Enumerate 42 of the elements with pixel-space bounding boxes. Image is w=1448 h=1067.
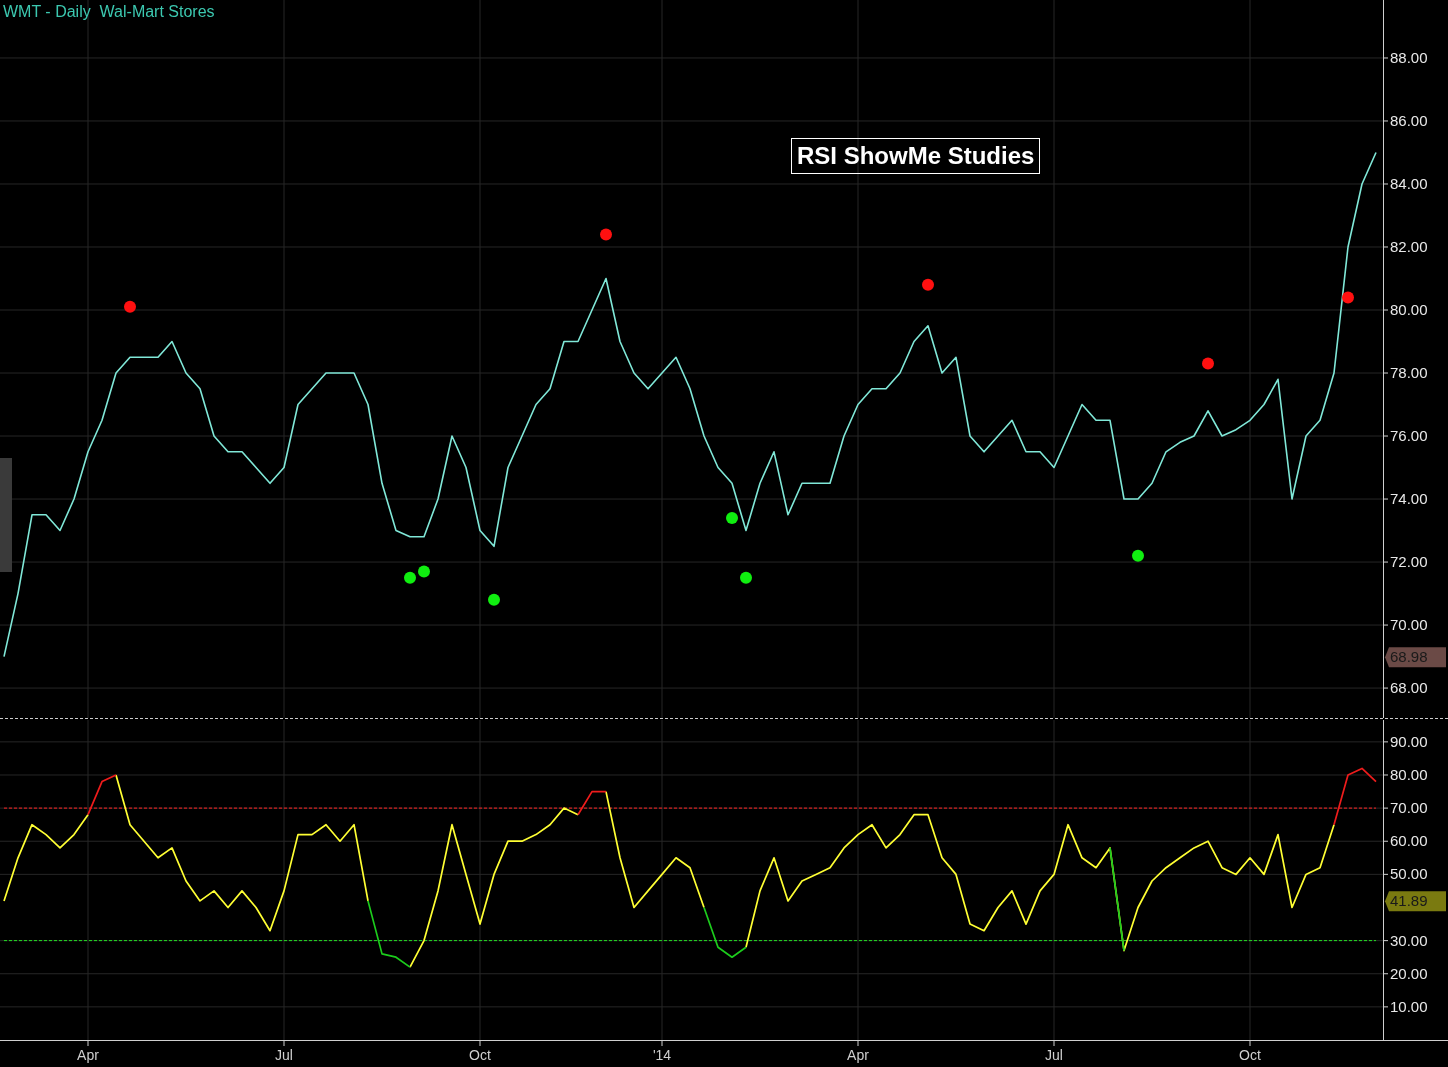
axis-label: Jul	[275, 1047, 293, 1063]
signal-dot	[726, 511, 738, 524]
axis-label: 70.00	[1390, 616, 1428, 634]
signal-dot	[124, 300, 136, 313]
study-label: RSI ShowMe Studies	[791, 138, 1041, 174]
axis-label: Apr	[77, 1047, 99, 1063]
signal-dot	[1342, 291, 1354, 304]
signal-dot	[740, 571, 752, 584]
chart-title: WMT - Daily Wal-Mart Stores	[3, 3, 215, 21]
axis-label: 10.00	[1390, 997, 1428, 1015]
axis-label: 84.00	[1390, 175, 1428, 192]
signal-dot	[488, 593, 500, 606]
axis-label: Jul	[1045, 1047, 1063, 1063]
signal-dot	[1132, 549, 1144, 562]
last-price-tag: 68.98	[1385, 647, 1446, 668]
axis-label: 70.00	[1390, 799, 1428, 817]
axis-label: 30.00	[1390, 931, 1428, 949]
axis-label: 60.00	[1390, 832, 1428, 850]
axis-label: Apr	[847, 1047, 869, 1063]
axis-label: Oct	[469, 1047, 491, 1063]
axis-label: 78.00	[1390, 364, 1428, 381]
axis-label: 76.00	[1390, 427, 1428, 445]
axis-label: 80.00	[1390, 301, 1428, 318]
signal-dot	[418, 565, 430, 578]
axis-label: 88.00	[1390, 48, 1428, 66]
signal-dot	[600, 228, 612, 241]
axis-label: Oct	[1239, 1047, 1261, 1063]
axis-label: 82.00	[1390, 238, 1428, 255]
axis-label: 50.00	[1390, 865, 1428, 883]
last-value-tag: 41.89	[1385, 891, 1446, 912]
axis-label: 74.00	[1390, 490, 1428, 508]
axis-label: 20.00	[1390, 964, 1428, 982]
signal-dot	[404, 571, 416, 584]
axis-label: 90.00	[1390, 732, 1428, 750]
signal-dot	[1202, 357, 1214, 370]
signal-dot	[922, 278, 934, 291]
axis-label: '14	[652, 1047, 672, 1063]
axis-label: 68.00	[1390, 679, 1428, 697]
axis-label: 86.00	[1390, 112, 1428, 129]
side-tab[interactable]	[0, 458, 12, 572]
axis-label: 80.00	[1390, 766, 1428, 783]
axis-label: 72.00	[1390, 553, 1428, 571]
